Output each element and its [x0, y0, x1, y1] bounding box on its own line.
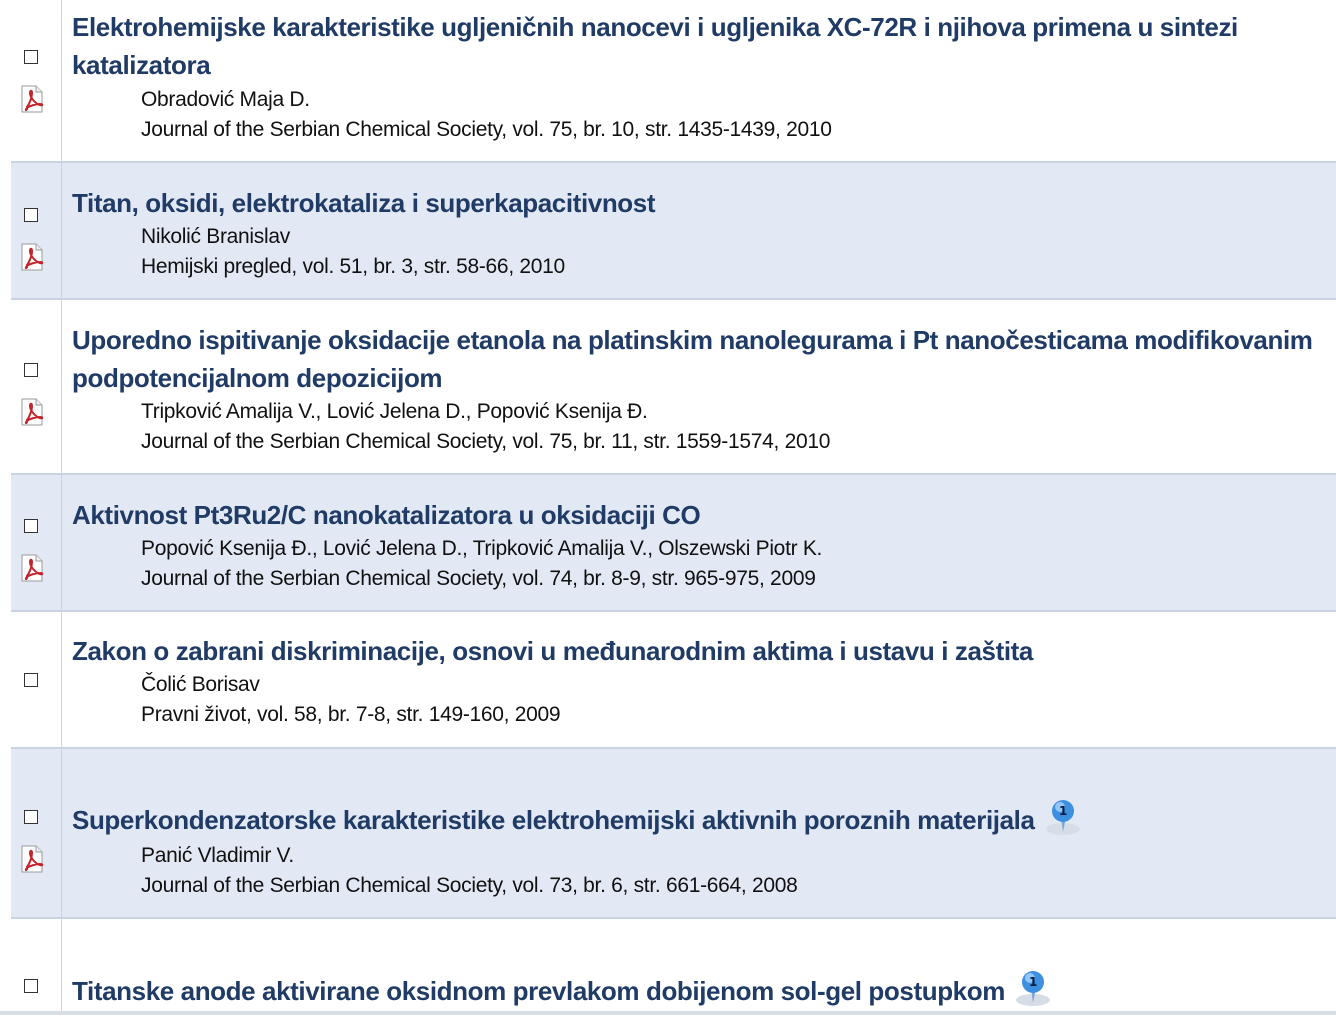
- result-source: Journal of the Serbian Chemical Society,…: [141, 118, 832, 141]
- select-checkbox[interactable]: [24, 208, 38, 222]
- result-row: Zakon o zabrani diskriminacije, osnovi u…: [11, 612, 1336, 749]
- column-divider: [61, 475, 62, 610]
- select-checkbox[interactable]: [24, 810, 38, 824]
- citation-badge-icon[interactable]: 1: [1043, 799, 1085, 837]
- result-authors[interactable]: Popović Ksenija Đ., Lović Jelena D., Tri…: [141, 534, 822, 564]
- result-title[interactable]: Zakon o zabrani diskriminacije, osnovi u…: [72, 632, 1328, 670]
- result-authors[interactable]: Obradović Maja D.: [141, 85, 310, 115]
- citation-count: 1: [1059, 804, 1067, 818]
- result-row: Titan, oksidi, elektrokataliza i superka…: [11, 163, 1336, 300]
- column-divider: [61, 300, 62, 473]
- result-authors[interactable]: Tripković Amalija V., Lović Jelena D., P…: [141, 397, 648, 427]
- result-row: Elektrohemijske karakteristike ugljeničn…: [11, 0, 1336, 163]
- select-checkbox[interactable]: [24, 50, 38, 64]
- select-checkbox[interactable]: [24, 519, 38, 533]
- result-source: Hemijski pregled, vol. 51, br. 3, str. 5…: [141, 255, 565, 278]
- result-row: Titanske anode aktivirane oksidnom prevl…: [11, 919, 1336, 1011]
- select-checkbox[interactable]: [24, 979, 38, 993]
- result-authors[interactable]: Panić Vladimir V.: [141, 841, 294, 871]
- result-row: Aktivnost Pt3Ru2/C nanokatalizatora u ok…: [11, 475, 1336, 612]
- result-row: Superkondenzatorske karakteristike elekt…: [11, 749, 1336, 919]
- citation-count: 1: [1029, 975, 1037, 989]
- result-title-line: Superkondenzatorske karakteristike elekt…: [72, 799, 1328, 839]
- column-divider: [61, 919, 62, 1011]
- column-divider: [61, 749, 62, 917]
- result-title[interactable]: Aktivnost Pt3Ru2/C nanokatalizatora u ok…: [72, 496, 1328, 534]
- result-title[interactable]: Titanske anode aktivirane oksidnom prevl…: [72, 976, 1005, 1006]
- results-list: Elektrohemijske karakteristike ugljeničn…: [0, 0, 1336, 1015]
- pdf-icon[interactable]: [19, 243, 45, 271]
- pdf-icon[interactable]: [19, 845, 45, 873]
- column-divider: [61, 612, 62, 747]
- result-source: Journal of the Serbian Chemical Society,…: [141, 567, 816, 590]
- result-source: Journal of the Serbian Chemical Society,…: [141, 430, 831, 453]
- column-divider: [61, 0, 62, 161]
- bottom-border: [0, 1011, 1336, 1015]
- column-divider: [61, 163, 62, 298]
- pdf-icon[interactable]: [19, 85, 45, 113]
- pdf-icon[interactable]: [19, 398, 45, 426]
- select-checkbox[interactable]: [24, 363, 38, 377]
- result-source: Pravni život, vol. 58, br. 7-8, str. 149…: [141, 703, 561, 726]
- select-checkbox[interactable]: [24, 673, 38, 687]
- citation-badge-icon[interactable]: 1: [1013, 970, 1055, 1008]
- result-source: Journal of the Serbian Chemical Society,…: [141, 874, 798, 897]
- result-authors[interactable]: Čolić Borisav: [141, 670, 260, 700]
- pdf-icon[interactable]: [19, 554, 45, 582]
- result-authors[interactable]: Nikolić Branislav: [141, 222, 290, 252]
- result-title[interactable]: Uporedno ispitivanje oksidacije etanola …: [72, 321, 1328, 397]
- result-title[interactable]: Titan, oksidi, elektrokataliza i superka…: [72, 184, 1328, 222]
- result-title-line: Titanske anode aktivirane oksidnom prevl…: [72, 970, 1328, 1010]
- result-row: Uporedno ispitivanje oksidacije etanola …: [11, 300, 1336, 475]
- result-title[interactable]: Elektrohemijske karakteristike ugljeničn…: [72, 8, 1328, 84]
- result-title[interactable]: Superkondenzatorske karakteristike elekt…: [72, 805, 1035, 835]
